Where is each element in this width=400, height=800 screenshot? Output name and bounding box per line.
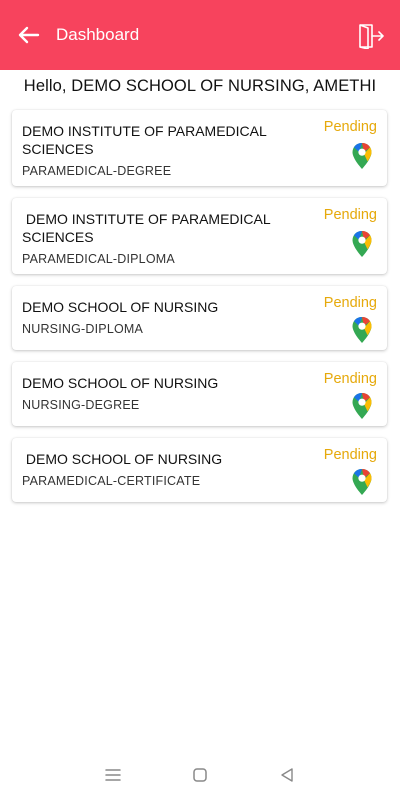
institute-name: DEMO INSTITUTE OF PARAMEDICAL SCIENCES (22, 123, 267, 157)
page-title: Dashboard (56, 25, 140, 44)
institute-card[interactable]: DEMO SCHOOL OF NURSING NURSING-DEGREE Pe… (12, 362, 387, 426)
arrow-left-icon (18, 26, 40, 44)
google-maps-pin-icon[interactable] (351, 392, 373, 420)
institute-card[interactable]: DEMO INSTITUTE OF PARAMEDICAL SCIENCES P… (12, 110, 387, 186)
home-button[interactable] (188, 763, 212, 787)
logout-door-icon (359, 24, 384, 49)
course-label: NURSING-DIPLOMA (22, 322, 144, 336)
status-badge: Pending (323, 119, 377, 135)
google-maps-pin-icon[interactable] (351, 142, 373, 170)
status-badge: Pending (323, 207, 377, 223)
system-navigation-bar (0, 750, 400, 800)
course-label: PARAMEDICAL-DEGREE (22, 164, 172, 178)
back-triangle-icon (280, 768, 293, 782)
status-badge: Pending (323, 447, 377, 463)
dashboard-screen: Dashboard Hello, DEMO SCHOOL OF NURSING,… (0, 0, 400, 800)
institute-card[interactable]: DEMO INSTITUTE OF PARAMEDICAL SCIENCES P… (12, 198, 387, 274)
institute-name: DEMO SCHOOL OF NURSING (22, 299, 219, 315)
back-button[interactable] (0, 0, 56, 70)
status-badge: Pending (323, 371, 377, 387)
home-icon (193, 768, 207, 782)
institute-name: DEMO SCHOOL OF NURSING (22, 451, 223, 467)
greeting-text: Hello, DEMO SCHOOL OF NURSING, AMETHI (23, 77, 377, 95)
recent-apps-button[interactable] (101, 763, 125, 787)
institute-list: DEMO INSTITUTE OF PARAMEDICAL SCIENCES P… (12, 110, 387, 514)
course-label: PARAMEDICAL-CERTIFICATE (22, 474, 201, 488)
institute-card[interactable]: DEMO SCHOOL OF NURSING PARAMEDICAL-CERTI… (12, 438, 387, 502)
logout-button[interactable] (356, 22, 386, 50)
institute-name: DEMO SCHOOL OF NURSING (22, 375, 219, 391)
menu-icon (105, 769, 122, 781)
google-maps-pin-icon[interactable] (351, 468, 373, 496)
app-bar: Dashboard (0, 0, 400, 70)
institute-name: DEMO INSTITUTE OF PARAMEDICAL SCIENCES (22, 211, 275, 245)
course-label: NURSING-DEGREE (22, 398, 140, 412)
google-maps-pin-icon[interactable] (351, 316, 373, 344)
system-back-button[interactable] (275, 763, 299, 787)
google-maps-pin-icon[interactable] (351, 230, 373, 258)
status-badge: Pending (323, 295, 377, 311)
institute-card[interactable]: DEMO SCHOOL OF NURSING NURSING-DIPLOMA P… (12, 286, 387, 350)
course-label: PARAMEDICAL-DIPLOMA (22, 252, 175, 266)
